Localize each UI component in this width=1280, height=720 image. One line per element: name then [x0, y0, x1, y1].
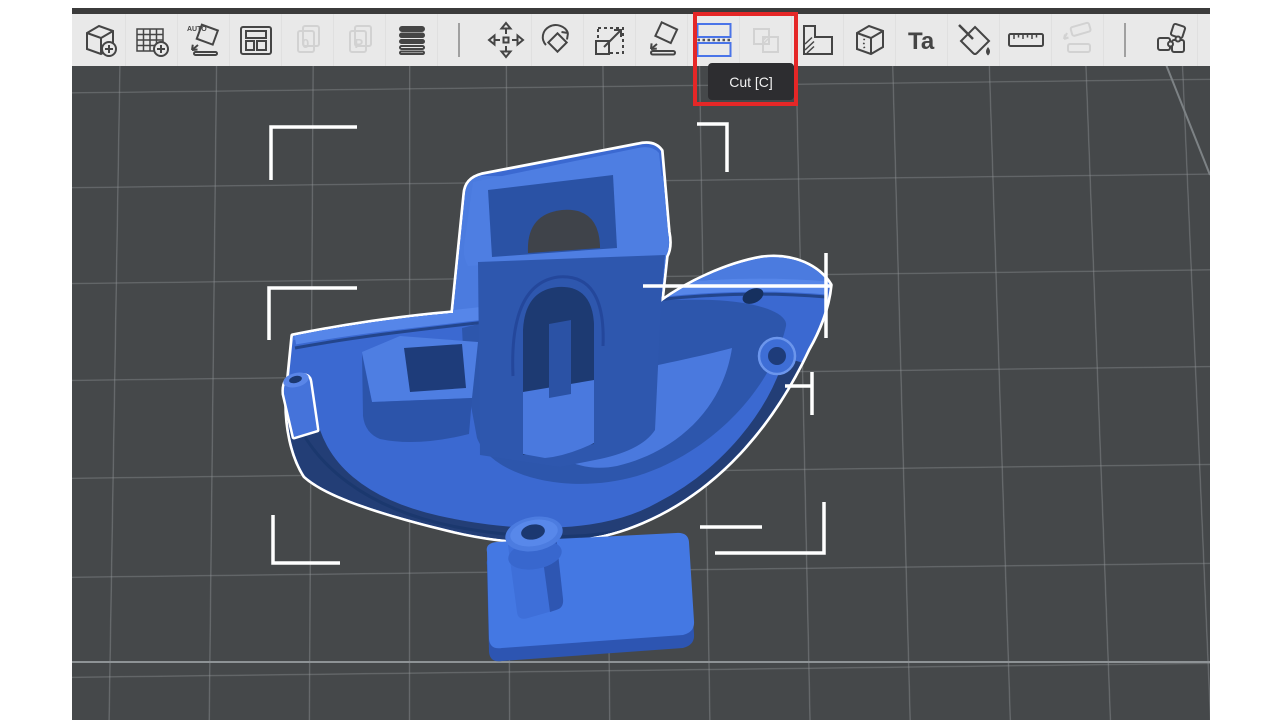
mesh-boolean-button — [740, 14, 792, 66]
split-to-objects-button: 0 — [282, 14, 334, 66]
arrange-icon — [236, 20, 276, 60]
viewport-3d[interactable] — [72, 66, 1210, 720]
arrange-button[interactable] — [230, 14, 282, 66]
benchy-porthole-hole — [768, 347, 786, 365]
text-tool-button[interactable]: Ta — [896, 14, 948, 66]
mesh-boolean-icon — [746, 20, 786, 60]
move-icon — [486, 20, 526, 60]
main-toolbar: AUTO 0 P — [72, 14, 1210, 66]
text-tool-icon: Ta — [902, 20, 942, 60]
tooltip-cut: Cut [C] — [708, 63, 794, 100]
lay-on-face-icon — [642, 20, 682, 60]
scale-icon — [590, 20, 630, 60]
bracket-top-right — [697, 124, 727, 172]
add-object-icon — [80, 20, 120, 60]
variable-layer-height-button[interactable] — [386, 14, 438, 66]
support-painting-icon — [798, 20, 838, 60]
support-painting-button[interactable] — [792, 14, 844, 66]
lay-on-face-button[interactable] — [636, 14, 688, 66]
assembly-view-icon — [1058, 20, 1098, 60]
svg-text:AUTO: AUTO — [187, 26, 207, 33]
rotate-button[interactable] — [532, 14, 584, 66]
seam-painting-button[interactable] — [844, 14, 896, 66]
svg-text:Ta: Ta — [908, 28, 935, 55]
scale-button[interactable] — [584, 14, 636, 66]
color-painting-button[interactable] — [948, 14, 1000, 66]
add-object-button[interactable] — [74, 14, 126, 66]
svg-text:P: P — [354, 36, 363, 51]
split-to-parts-icon: P — [340, 20, 380, 60]
auto-orient-button[interactable]: AUTO — [178, 14, 230, 66]
measure-icon — [1006, 20, 1046, 60]
bracket-top-left — [271, 127, 357, 180]
scene-overlay — [72, 66, 1210, 720]
model-benchy[interactable] — [262, 144, 852, 559]
assemble-icon — [1152, 20, 1192, 60]
split-to-parts-button: P — [334, 14, 386, 66]
add-plate-icon — [132, 20, 172, 60]
benchy-door-post — [549, 320, 571, 398]
toolbar-separator — [1124, 23, 1126, 57]
plate-side-edge — [1165, 66, 1210, 175]
rotate-icon — [538, 20, 578, 60]
move-button[interactable] — [480, 14, 532, 66]
color-painting-icon — [954, 20, 994, 60]
variable-layer-height-icon — [392, 20, 432, 60]
svg-text:0: 0 — [302, 36, 309, 51]
cut-icon — [694, 20, 734, 60]
add-plate-button[interactable] — [126, 14, 178, 66]
bracket-bottom-left — [273, 515, 340, 563]
tooltip-cut-label: Cut [C] — [729, 74, 773, 90]
cut-button[interactable] — [688, 14, 740, 66]
toolbar-separator — [458, 23, 460, 57]
assembly-view-button — [1052, 14, 1104, 66]
benchy-stern-hatch — [404, 344, 466, 392]
measure-button[interactable] — [1000, 14, 1052, 66]
auto-orient-icon: AUTO — [184, 20, 224, 60]
seam-painting-icon — [850, 20, 890, 60]
assemble-button[interactable] — [1146, 14, 1198, 66]
split-to-objects-icon: 0 — [288, 20, 328, 60]
